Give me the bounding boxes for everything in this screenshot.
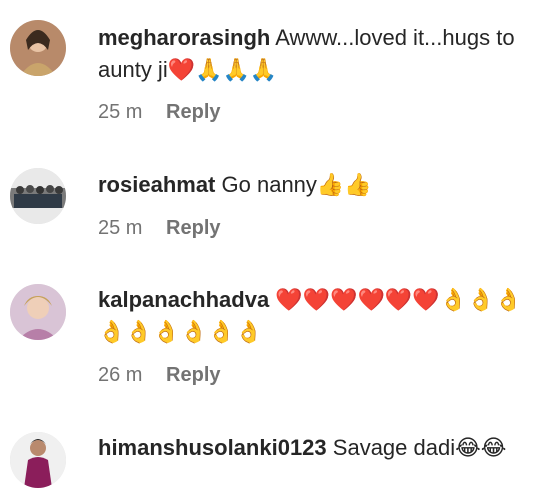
avatar[interactable]	[10, 20, 66, 76]
comment-username[interactable]: kalpanachhadva	[98, 287, 269, 312]
reply-button[interactable]: Reply	[166, 217, 220, 239]
comment-timestamp: 25 m	[98, 217, 143, 239]
comment-body: Savage dadi😂😂	[332, 435, 507, 460]
reply-button[interactable]: Reply	[166, 364, 220, 386]
comment-timestamp: 25 m	[98, 101, 143, 123]
reply-button[interactable]: Reply	[166, 101, 220, 123]
avatar[interactable]	[10, 284, 66, 340]
avatar-image	[10, 20, 66, 76]
comment-text-block: kalpanachhadva ❤️❤️❤️❤️❤️❤️👌👌👌👌👌👌👌👌👌	[98, 284, 538, 348]
comment-text-block: rosieahmat Go nanny👍👍	[98, 169, 538, 201]
comment-username[interactable]: rosieahmat	[98, 172, 215, 197]
comment-text-block: himanshusolanki0123 Savage dadi😂😂	[98, 432, 538, 464]
comment-body: Go nanny👍👍	[221, 172, 372, 197]
avatar[interactable]	[10, 168, 66, 224]
comment-meta: 25 m Reply	[98, 216, 221, 240]
comment-username[interactable]: himanshusolanki0123	[98, 435, 327, 460]
comment-text-block: megharorasingh Awww...loved it...hugs to…	[98, 22, 538, 86]
avatar-image	[10, 284, 66, 340]
comment-meta: 26 m Reply	[98, 363, 221, 387]
comment-timestamp: 26 m	[98, 364, 143, 386]
comment-meta: 25 m Reply	[98, 100, 221, 124]
comment-username[interactable]: megharorasingh	[98, 25, 270, 50]
avatar-image	[10, 168, 66, 224]
